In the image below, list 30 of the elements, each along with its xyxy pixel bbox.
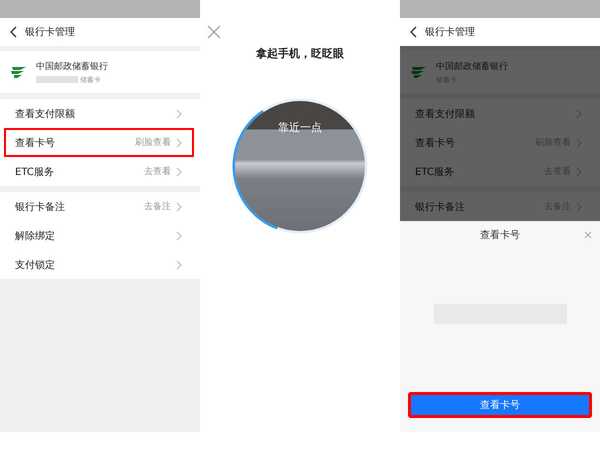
chevron-icon <box>176 166 182 176</box>
page-title: 银行卡管理 <box>25 26 75 39</box>
bank-logo-icon <box>410 65 428 79</box>
chevron-icon <box>176 108 182 118</box>
chevron-icon <box>176 230 182 240</box>
view-card-number-button[interactable]: 查看卡号 <box>408 392 592 418</box>
page-title: 银行卡管理 <box>425 26 475 39</box>
menu-row[interactable]: 支付锁定 <box>4 250 194 279</box>
chevron-icon <box>176 138 182 148</box>
sheet-title: 查看卡号 <box>480 228 520 242</box>
chevron-icon <box>176 202 182 212</box>
bank-logo-icon <box>10 65 28 79</box>
hint-label: 靠近一点 <box>277 120 323 135</box>
menu-row[interactable]: 查看卡号 刷脸查看 <box>4 128 194 157</box>
face-prompt: 拿起手机，眨眨眼 <box>256 46 344 61</box>
close-icon[interactable] <box>207 25 221 39</box>
menu-row[interactable]: 查看支付限额 <box>4 99 194 128</box>
chevron-icon <box>576 166 582 176</box>
chevron-icon <box>576 138 582 148</box>
menu-row[interactable]: 银行卡备注 去备注 <box>4 192 194 221</box>
redacted-number <box>36 76 78 83</box>
menu-row[interactable]: 解除绑定 <box>4 221 194 250</box>
back-icon[interactable] <box>9 26 17 38</box>
bank-name: 中国邮政储蓄银行 <box>436 60 508 72</box>
back-icon[interactable] <box>409 26 417 38</box>
chevron-icon <box>176 260 182 270</box>
chevron-icon <box>576 202 582 212</box>
menu-row[interactable]: ETC服务 去查看 <box>4 157 194 186</box>
chevron-icon <box>576 108 582 118</box>
bank-name: 中国邮政储蓄银行 <box>36 60 108 72</box>
